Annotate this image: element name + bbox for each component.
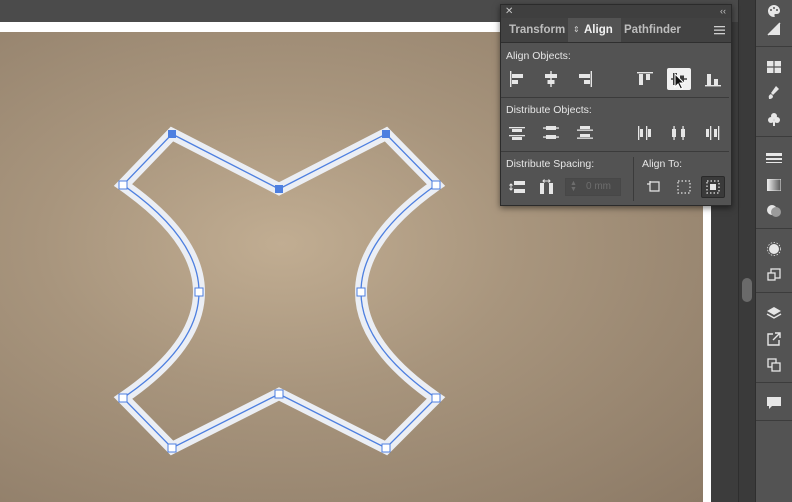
section-divider (501, 97, 729, 98)
anchor-point (382, 130, 390, 138)
anchor-point (381, 443, 391, 453)
align-to-artboard-button[interactable] (672, 176, 696, 198)
vertical-distribute-space-button[interactable] (505, 176, 529, 198)
align-to-artboard-icon (677, 180, 691, 194)
distribute-left-icon (638, 126, 651, 140)
section-divider (501, 151, 729, 152)
panel-tabs: Transform Align ⇕ Pathfinder (501, 18, 731, 43)
align-to-key-object-icon (706, 180, 720, 194)
graphic-styles-icon[interactable] (762, 264, 786, 286)
horizontal-align-center-button[interactable] (539, 68, 563, 90)
align-hcenter-icon (545, 71, 557, 87)
distribute-vspace-icon (509, 181, 525, 193)
distribute-bottom-icon (577, 126, 593, 139)
spacing-value: 0 mm (586, 181, 611, 192)
align-top-icon (637, 72, 653, 85)
anchor-points[interactable] (118, 130, 441, 453)
export-icon[interactable] (762, 328, 786, 350)
tab-pathfinder[interactable]: Pathfinder (616, 18, 689, 42)
anchor-point (275, 185, 283, 193)
gradient-icon[interactable] (762, 174, 786, 196)
anchor-point (431, 180, 441, 190)
align-objects-label: Align Objects: (506, 50, 571, 62)
vertical-distribute-top-button[interactable] (505, 122, 529, 144)
align-to-selection-icon (647, 181, 660, 192)
shape-outline (113, 126, 446, 456)
brushes-icon[interactable] (762, 82, 786, 104)
vertical-scrollbar[interactable] (738, 0, 755, 502)
stroke-icon[interactable] (762, 148, 786, 170)
layers-icon[interactable] (762, 302, 786, 324)
horizontal-align-right-button[interactable] (573, 68, 597, 90)
distribute-hcenter-icon (672, 126, 685, 140)
distribute-top-icon (509, 127, 525, 140)
gradient-swatch-icon[interactable] (762, 18, 786, 40)
comments-icon[interactable] (762, 392, 786, 414)
section-divider-vertical (633, 157, 634, 201)
horizontal-distribute-right-button[interactable] (701, 122, 725, 144)
vertical-distribute-bottom-button[interactable] (573, 122, 597, 144)
distribute-hspace-icon (540, 179, 553, 194)
anchor-point (168, 130, 176, 138)
anchor-point (167, 443, 177, 453)
close-icon[interactable]: ✕ (505, 5, 513, 18)
align-left-icon (510, 71, 523, 87)
panel-menu-icon[interactable] (714, 25, 725, 35)
distribute-objects-label: Distribute Objects: (506, 104, 592, 116)
anchor-point (194, 287, 204, 297)
distribute-spacing-input[interactable]: ▲ ▼ 0 mm (565, 178, 621, 196)
distribute-right-icon (706, 126, 720, 140)
mouse-cursor-icon (674, 73, 686, 90)
appearance-icon[interactable] (762, 238, 786, 260)
tab-transform[interactable]: Transform (501, 18, 573, 42)
anchor-point (431, 393, 441, 403)
vertical-distribute-center-button[interactable] (539, 122, 563, 144)
tab-reorder-icon: ⇕ (573, 25, 580, 34)
symbols-icon[interactable] (762, 108, 786, 130)
distribute-spacing-label: Distribute Spacing: (506, 158, 595, 170)
horizontal-distribute-space-button[interactable] (535, 176, 559, 198)
align-bottom-icon (705, 74, 721, 87)
horizontal-align-left-button[interactable] (505, 68, 529, 90)
collapse-icon[interactable]: ‹‹ (720, 5, 726, 18)
panel-dock (755, 0, 792, 502)
horizontal-distribute-left-button[interactable] (633, 122, 657, 144)
vertical-align-top-button[interactable] (633, 68, 657, 90)
anchor-point (356, 287, 366, 297)
align-to-label: Align To: (642, 158, 683, 170)
horizontal-distribute-center-button[interactable] (667, 122, 691, 144)
swatches-icon[interactable] (762, 56, 786, 78)
artboards-icon[interactable] (762, 354, 786, 376)
distribute-vcenter-icon (543, 126, 559, 139)
scrollbar-thumb[interactable] (742, 278, 752, 302)
anchor-point (118, 180, 128, 190)
align-to-selection-button[interactable] (642, 176, 666, 198)
transparency-icon[interactable] (762, 200, 786, 222)
spinner-icon[interactable]: ▲ ▼ (570, 180, 577, 193)
panel-titlebar[interactable]: ✕ ‹‹ (501, 5, 731, 18)
tab-align-label: Align (584, 24, 613, 36)
vertical-align-bottom-button[interactable] (701, 68, 725, 90)
anchor-point (118, 393, 128, 403)
anchor-point (274, 389, 284, 399)
align-right-icon (579, 71, 592, 87)
align-to-key-object-button[interactable] (701, 176, 725, 198)
